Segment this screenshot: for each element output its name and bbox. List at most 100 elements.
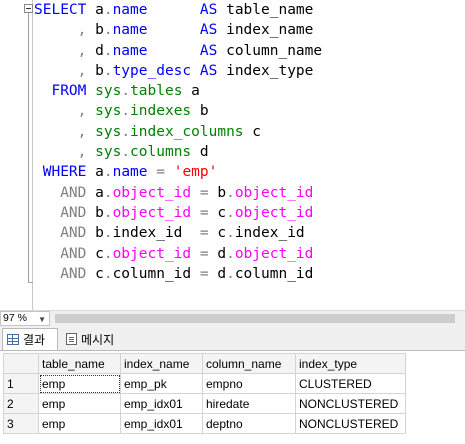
code-line[interactable]: AND c.object_id = d.object_id (34, 244, 322, 264)
code-line[interactable]: AND b.object_id = c.object_id (34, 203, 322, 223)
table-row[interactable]: 3 emp emp_idx01 deptno NONCLUSTERED (3, 413, 406, 434)
code-token: column_name (226, 42, 323, 59)
code-token: d (95, 42, 104, 59)
code-line[interactable]: , sys.indexes b (34, 101, 322, 121)
table-cell[interactable]: emp (38, 413, 121, 434)
code-token: . (103, 42, 113, 59)
results-grid[interactable]: table_name index_name column_name index_… (0, 351, 465, 444)
row-number-header[interactable] (3, 353, 39, 374)
table-cell[interactable]: emp (38, 373, 121, 394)
table-row[interactable]: 2 emp emp_idx01 hiredate NONCLUSTERED (3, 393, 406, 414)
table-cell[interactable]: CLUSTERED (295, 373, 406, 394)
table-cell[interactable]: hiredate (202, 393, 296, 414)
code-token: c (217, 204, 227, 221)
zoom-value: 97 % (3, 312, 27, 324)
code-token: . (103, 62, 113, 79)
code-token: sys (95, 144, 122, 161)
code-token: , (34, 103, 96, 120)
table-cell[interactable]: emp (38, 393, 121, 414)
code-token: index_id (112, 225, 200, 242)
code-token: a (95, 2, 104, 18)
code-token: a (95, 184, 104, 201)
code-token: a (95, 164, 104, 181)
code-token: index_id (234, 225, 305, 242)
tab-results[interactable]: 결과 (2, 328, 58, 350)
code-token: . (103, 2, 113, 18)
code-token: index_name (226, 22, 314, 39)
row-number[interactable]: 3 (3, 413, 39, 434)
code-line[interactable]: AND b.index_id = c.index_id (34, 223, 322, 243)
table-row[interactable]: 1 emp emp_pk empno CLUSTERED (3, 373, 406, 394)
code-token: . (226, 225, 235, 242)
code-token: . (103, 225, 113, 242)
code-token: b (95, 62, 104, 79)
code-token: . (103, 245, 113, 262)
code-token: sys (95, 103, 122, 120)
scrollbar-thumb[interactable] (55, 314, 455, 323)
sql-code[interactable]: SELECT a.name AS table_name , b.name AS … (34, 0, 322, 284)
code-token: object_id (112, 184, 192, 201)
table-cell[interactable]: emp_pk (120, 373, 203, 394)
code-token: . (103, 164, 113, 181)
tab-messages[interactable]: 메시지 (62, 328, 132, 350)
table-cell[interactable]: NONCLUSTERED (295, 393, 406, 414)
code-line[interactable]: AND c.column_id = d.column_id (34, 264, 322, 284)
table-cell[interactable]: empno (202, 373, 296, 394)
code-token: b (217, 184, 227, 201)
column-header[interactable]: table_name (38, 353, 121, 374)
code-line[interactable]: WHERE a.name = 'emp' (34, 162, 322, 182)
code-line[interactable]: , sys.index_columns c (34, 122, 322, 142)
table-cell[interactable]: deptno (202, 413, 296, 434)
column-header[interactable]: index_type (295, 353, 406, 374)
code-token: AND (34, 265, 96, 282)
column-header[interactable]: index_name (120, 353, 203, 374)
code-token: AND (34, 204, 96, 221)
collapse-toggle-icon[interactable] (24, 4, 33, 13)
code-token: AND (34, 225, 96, 242)
code-line[interactable]: FROM sys.tables a (34, 81, 322, 101)
sql-editor[interactable]: SELECT a.name AS table_name , b.name AS … (0, 0, 465, 310)
code-token: . (121, 103, 131, 120)
code-token: c (95, 265, 104, 282)
fold-guide-line (28, 13, 29, 283)
table-cell[interactable]: emp_idx01 (120, 413, 203, 434)
code-token: FROM (51, 83, 96, 100)
code-token: b (95, 204, 104, 221)
code-token: , (34, 62, 96, 79)
code-token: AND (34, 184, 96, 201)
zoom-dropdown[interactable]: 97 % ▼ (0, 311, 50, 326)
column-header[interactable]: column_name (202, 353, 296, 374)
code-token: index_columns (130, 123, 244, 140)
code-token: 'emp' (173, 164, 218, 181)
code-token: , (34, 123, 96, 140)
code-line[interactable]: , b.name AS index_name (34, 20, 322, 40)
table-cell[interactable]: emp_idx01 (120, 393, 203, 414)
row-number[interactable]: 1 (3, 373, 39, 394)
chevron-down-icon[interactable]: ▼ (38, 313, 46, 326)
table-cell[interactable]: NONCLUSTERED (295, 413, 406, 434)
code-line[interactable]: , b.type_desc AS index_type (34, 61, 322, 81)
code-line[interactable]: , d.name AS column_name (34, 41, 322, 61)
code-token: index_type (226, 62, 314, 79)
code-token: b (95, 225, 104, 242)
results-table: table_name index_name column_name index_… (3, 353, 406, 434)
fold-guide-end (28, 282, 33, 283)
code-token: object_id (112, 204, 192, 221)
code-line[interactable]: , sys.columns d (34, 142, 322, 162)
header-row: table_name index_name column_name index_… (3, 353, 406, 374)
horizontal-scrollbar[interactable] (52, 313, 462, 324)
code-line[interactable]: AND a.object_id = b.object_id (34, 183, 322, 203)
code-token: AND (34, 245, 96, 262)
code-token: = (199, 204, 218, 221)
row-number[interactable]: 2 (3, 393, 39, 414)
code-token: object_id (234, 245, 314, 262)
code-line[interactable]: SELECT a.name AS table_name (34, 0, 322, 20)
code-token: , (34, 144, 96, 161)
code-token: = (156, 164, 174, 181)
